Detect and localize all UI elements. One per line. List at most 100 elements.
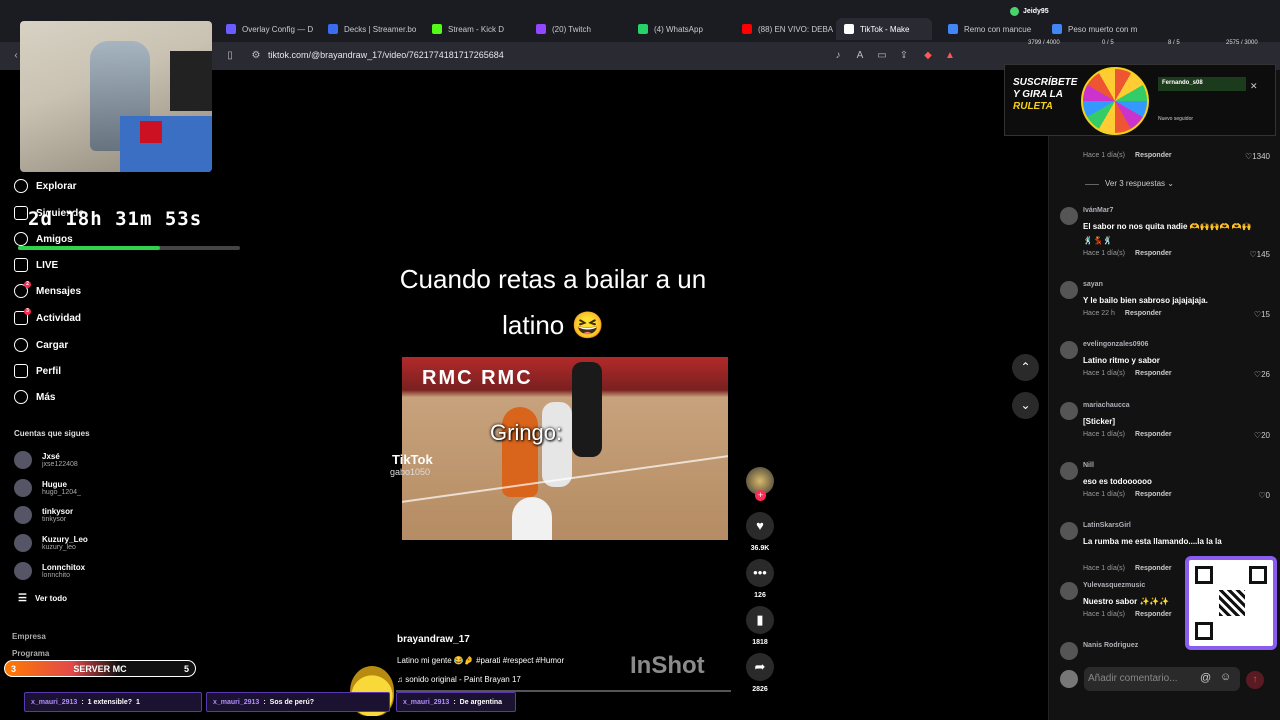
followed-account[interactable]: Lonnchitox lonnchito — [14, 562, 85, 580]
next-video-button[interactable]: ⌄ — [1012, 392, 1039, 419]
share-button[interactable]: ➦ — [746, 653, 774, 681]
sidebar-item-más[interactable]: Más — [14, 390, 55, 404]
sidebar-item-live[interactable]: LIVE — [14, 258, 58, 272]
audio-icon[interactable]: ♪ — [832, 50, 844, 62]
account-name: Jxsé — [42, 452, 60, 461]
brave-shield-icon[interactable]: ◆ — [922, 50, 934, 62]
mention-icon[interactable]: @ — [1200, 672, 1211, 684]
video-author[interactable]: brayandraw_17 — [397, 634, 470, 645]
notification-badge: 2 — [24, 281, 31, 288]
site-info-icon[interactable]: ⚙ — [250, 50, 262, 62]
like-count: 26 — [1261, 370, 1270, 379]
close-icon[interactable]: ✕ — [1250, 81, 1258, 92]
reply-button[interactable]: Responder — [1135, 431, 1172, 438]
clip-text: Gringo: — [490, 420, 563, 445]
browser-tab[interactable]: TikTok - Make — [836, 18, 932, 40]
browser-tab[interactable]: Decks | Streamer.bo — [320, 18, 422, 40]
avatar[interactable] — [1060, 207, 1078, 225]
notification-badge: 3 — [24, 308, 31, 315]
sidebar-item-perfil[interactable]: Perfil — [14, 364, 61, 378]
tab-label: TikTok - Make — [860, 24, 910, 34]
avatar[interactable] — [1060, 341, 1078, 359]
sidebar-item-cargar[interactable]: Cargar — [14, 338, 68, 352]
rewards-icon[interactable]: ▲ — [944, 50, 956, 62]
comment-text: El sabor no nos quita nadie 🫶🙌🙌🫶 🫶🙌🕺💃🕺 — [1083, 222, 1252, 245]
follow-plus-icon[interactable]: + — [755, 490, 766, 501]
avatar[interactable] — [1060, 522, 1078, 540]
browser-tab[interactable]: (4) WhatsApp — [630, 18, 732, 40]
inshot-watermark: InShot — [630, 652, 705, 679]
comment-button[interactable]: ••• — [746, 559, 774, 587]
followed-account[interactable]: Hugue hugo_1204_ — [14, 479, 81, 497]
browser-tab[interactable]: (88) EN VIVO: DEBA — [734, 18, 834, 40]
comment-user[interactable]: Nanis Rodriguez — [1083, 642, 1138, 649]
comment-likes[interactable]: ♡1340 — [1245, 152, 1270, 161]
sidebar-item-amigos[interactable]: Amigos — [14, 232, 73, 246]
translate-icon[interactable]: A — [854, 50, 866, 62]
stat-1: 3799 / 4000 — [1028, 40, 1060, 46]
view-replies-link[interactable]: Ver 3 respuestas ⌄ — [1085, 179, 1174, 188]
browser-tab[interactable]: Overlay Config — D — [218, 18, 318, 40]
reply-button[interactable]: Responder — [1135, 565, 1172, 572]
send-comment-button[interactable]: ↑ — [1246, 671, 1264, 689]
reply-button[interactable]: Responder — [1135, 370, 1172, 377]
like-button[interactable]: ♥ — [746, 512, 774, 540]
sidebar-item-mensajes[interactable]: 2 Mensajes — [14, 281, 81, 298]
tab-favicon-icon — [638, 24, 648, 34]
video-clip[interactable]: RMC RMC — [402, 357, 728, 540]
tab-label: Stream - Kick D — [448, 24, 505, 34]
timer-progress-bar — [18, 246, 240, 250]
comment-user[interactable]: Yulevasquezmusic — [1083, 582, 1145, 589]
see-all-link[interactable]: ☰ Ver todo — [18, 593, 67, 604]
comment-user[interactable]: IvánMar7 — [1083, 207, 1113, 214]
save-button[interactable]: ▮ — [746, 606, 774, 634]
followed-account[interactable]: tinkysor tinkysor — [14, 506, 73, 524]
chevron-down-icon: ⌄ — [1020, 398, 1031, 412]
avatar[interactable] — [1060, 281, 1078, 299]
comment-likes[interactable]: ♡20 — [1254, 431, 1270, 440]
url-field[interactable]: tiktok.com/@brayandraw_17/video/76217741… — [268, 50, 504, 60]
browser-tab[interactable]: (20) Twitch — [528, 18, 628, 40]
more-icon — [14, 390, 28, 404]
emoji-icon[interactable]: ☺ — [1220, 671, 1231, 683]
reply-button[interactable]: Responder — [1135, 611, 1172, 618]
comment-meta: Hace 1 día(s) Responder — [1083, 370, 1172, 377]
comment-user[interactable]: mariachaucca — [1083, 402, 1130, 409]
comment-likes[interactable]: ♡0 — [1258, 491, 1270, 500]
reply-button[interactable]: Responder — [1135, 491, 1172, 498]
comment-user[interactable]: evelingonzales0906 — [1083, 341, 1148, 348]
comment-input[interactable]: Añadir comentario... — [1084, 667, 1240, 691]
followed-account[interactable]: Kuzury_Leo kuzury_leo — [14, 534, 88, 552]
roulette-line3: RULETA — [1013, 101, 1053, 112]
footer-link-business[interactable]: Empresa — [12, 632, 46, 641]
sidebar-item-explorar[interactable]: Explorar — [14, 179, 77, 193]
avatar[interactable] — [1060, 582, 1078, 600]
share-count: 2826 — [752, 686, 768, 693]
previous-video-button[interactable]: ⌃ — [1012, 354, 1039, 381]
reply-button[interactable]: Responder — [1135, 250, 1172, 257]
footer-link-program[interactable]: Programa — [12, 649, 49, 658]
browser-tab[interactable]: Stream - Kick D — [424, 18, 526, 40]
comment-user[interactable]: LatinSkarsGirl — [1083, 522, 1131, 529]
browser-tab[interactable]: Remo con mancue — [940, 18, 1040, 40]
followed-account[interactable]: Jxsé jxse122408 — [14, 451, 78, 469]
roulette-line1: SUSCRÍBETE — [1013, 77, 1078, 88]
video-music[interactable]: ♫ sonido original - Paint Brayan 17 — [397, 675, 521, 684]
comment-likes[interactable]: ♡15 — [1254, 310, 1270, 319]
share-icon[interactable]: ⇪ — [898, 50, 910, 62]
comment-likes[interactable]: ♡145 — [1249, 250, 1270, 259]
reply-button[interactable]: Responder — [1125, 310, 1162, 317]
chat-text: 1 extensible? — [87, 698, 133, 706]
tab-label: Overlay Config — D — [242, 24, 314, 34]
browser-tab[interactable]: Peso muerto con m — [1044, 18, 1140, 40]
sidebar-item-actividad[interactable]: 3 Actividad — [14, 308, 81, 325]
comment-likes[interactable]: ♡26 — [1254, 370, 1270, 379]
comment-user[interactable]: Nill — [1083, 462, 1094, 469]
bookmark-icon[interactable]: ▯ — [224, 50, 236, 62]
cast-icon[interactable]: ▭ — [876, 50, 888, 62]
comment-user[interactable]: sayan — [1083, 281, 1103, 288]
avatar[interactable] — [1060, 642, 1078, 660]
avatar[interactable] — [1060, 402, 1078, 420]
reply-button[interactable]: Responder — [1135, 152, 1172, 159]
avatar[interactable] — [1060, 462, 1078, 480]
